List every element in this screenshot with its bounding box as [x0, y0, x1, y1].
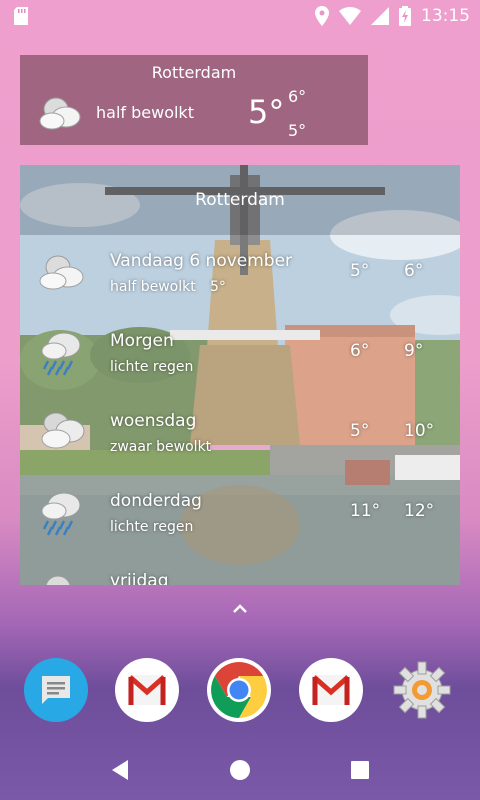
day-condition: half bewolkt	[110, 279, 196, 295]
partly-cloudy-icon	[38, 249, 88, 297]
day-high-temp: 10°	[404, 421, 435, 441]
navigation-bar	[0, 740, 480, 800]
dock	[0, 650, 480, 730]
small-weather-widget[interactable]: Rotterdam half bewolkt 5° 6° 5°	[20, 55, 368, 145]
day-condition: lichte regen	[110, 519, 194, 535]
high-temperature: 6°	[288, 87, 307, 106]
location-icon	[315, 6, 329, 26]
messages-icon[interactable]	[24, 658, 88, 722]
forecast-day-row[interactable]: vrijdag	[20, 555, 460, 585]
day-name: woensdag	[110, 411, 197, 431]
battery-charging-icon	[399, 6, 411, 26]
day-name: vrijdag	[110, 571, 169, 585]
clock: 13:15	[421, 6, 470, 26]
light-rain-icon	[38, 329, 88, 381]
signal-icon	[371, 7, 389, 25]
chevron-up-icon[interactable]	[228, 600, 252, 620]
sd-card-icon	[14, 7, 28, 25]
partly-cloudy-icon	[38, 91, 84, 135]
day-current-temp: 5°	[210, 279, 226, 295]
day-low-temp: 11°	[350, 501, 381, 521]
day-name: donderdag	[110, 491, 202, 511]
forecast-city: Rotterdam	[195, 190, 285, 210]
forecast-day-row[interactable]: woensdag zwaar bewolkt 5° 10°	[20, 395, 460, 475]
status-bar: 13:15	[0, 0, 480, 32]
recents-icon[interactable]	[350, 760, 370, 780]
current-condition: half bewolkt	[96, 103, 194, 122]
back-icon[interactable]	[110, 759, 130, 781]
partly-cloudy-icon	[38, 569, 88, 585]
widget-city: Rotterdam	[151, 63, 237, 82]
overcast-icon	[38, 409, 88, 457]
chrome-icon[interactable]	[207, 658, 271, 722]
current-temperature: 5°	[248, 93, 285, 131]
day-condition: lichte regen	[110, 359, 194, 375]
wifi-icon	[339, 7, 361, 25]
light-rain-icon	[38, 489, 88, 541]
forecast-day-row[interactable]: donderdag lichte regen 11° 12°	[20, 475, 460, 555]
day-low-temp: 5°	[350, 421, 370, 441]
forecast-day-row[interactable]: Vandaag 6 november half bewolkt 5° 5° 6°	[20, 235, 460, 315]
day-condition: zwaar bewolkt	[110, 439, 212, 455]
gmail-icon[interactable]	[115, 658, 179, 722]
day-low-temp: 6°	[350, 341, 370, 361]
day-name: Morgen	[110, 331, 174, 351]
day-high-temp: 6°	[404, 261, 424, 281]
forecast-day-row[interactable]: Morgen lichte regen 6° 9°	[20, 315, 460, 395]
day-low-temp: 5°	[350, 261, 370, 281]
day-high-temp: 9°	[404, 341, 424, 361]
forecast-widget[interactable]: Rotterdam Vandaag 6 november half bewolk…	[20, 165, 460, 585]
settings-icon[interactable]	[390, 658, 454, 722]
day-name: Vandaag 6 november	[110, 251, 293, 271]
forecast-header: Rotterdam	[20, 165, 460, 235]
forecast-list[interactable]: Vandaag 6 november half bewolkt 5° 5° 6°…	[20, 235, 460, 585]
gmail-icon[interactable]	[299, 658, 363, 722]
day-high-temp: 12°	[404, 501, 435, 521]
home-icon[interactable]	[229, 759, 251, 781]
low-temperature: 5°	[288, 121, 307, 140]
